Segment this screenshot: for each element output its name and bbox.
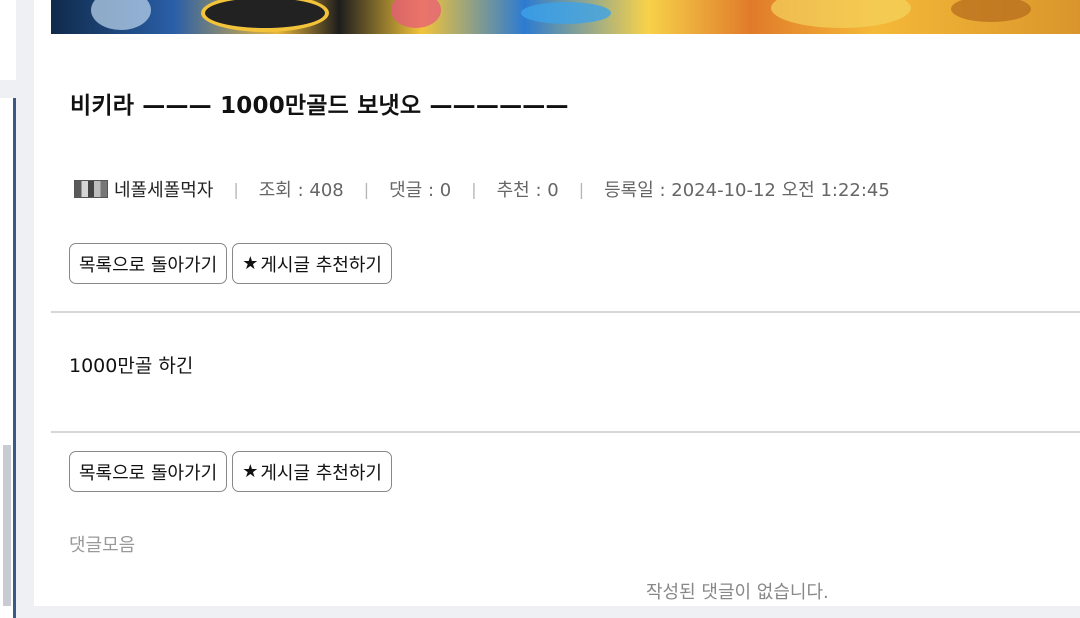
recommend-button[interactable]: ★ 게시글 추천하기 bbox=[232, 243, 392, 284]
hero-banner-image bbox=[51, 0, 1080, 34]
recommend-label: 게시글 추천하기 bbox=[260, 254, 382, 276]
meta-separator: | bbox=[363, 179, 370, 199]
recommend-label: 게시글 추천하기 bbox=[260, 462, 382, 484]
post-content-area: 비키라 ——— 1000만골드 보냇오 —————— 네폴세폴먹자 | 조회 :… bbox=[34, 0, 1080, 606]
meta-separator: | bbox=[578, 179, 585, 199]
post-title: 비키라 ——— 1000만골드 보냇오 —————— bbox=[70, 93, 569, 119]
comments-heading: 댓글모음 bbox=[69, 535, 136, 556]
post-body: 1000만골 하긴 bbox=[69, 355, 194, 377]
back-to-list-label: 목록으로 돌아가기 bbox=[79, 462, 218, 484]
post-actions-top: 목록으로 돌아가기 ★ 게시글 추천하기 bbox=[69, 243, 392, 284]
recommend-count: 추천 : 0 bbox=[496, 180, 559, 201]
meta-separator: | bbox=[471, 179, 477, 199]
recommend-button[interactable]: ★ 게시글 추천하기 bbox=[232, 451, 392, 492]
back-to-list-button[interactable]: 목록으로 돌아가기 bbox=[69, 451, 228, 492]
scrollbar-thumb[interactable] bbox=[3, 445, 11, 606]
back-to-list-label: 목록으로 돌아가기 bbox=[79, 254, 218, 276]
divider bbox=[51, 431, 1080, 433]
post-date: 등록일 : 2024-10-12 오전 1:22:45 bbox=[604, 180, 890, 201]
back-to-list-button[interactable]: 목록으로 돌아가기 bbox=[69, 243, 228, 284]
author-name[interactable]: 네폴세폴먹자 bbox=[114, 176, 213, 202]
author-badge-icon bbox=[74, 180, 108, 198]
meta-separator: | bbox=[233, 179, 239, 199]
left-edge-panel bbox=[0, 0, 16, 80]
star-icon: ★ bbox=[242, 461, 259, 482]
divider bbox=[51, 311, 1080, 313]
comments-empty-message: 작성된 댓글이 없습니다. bbox=[646, 582, 829, 603]
star-icon: ★ bbox=[242, 253, 259, 274]
post-meta: 네폴세폴먹자 | 조회 : 408 | 댓글 : 0 | 추천 : 0 | 등록… bbox=[74, 176, 890, 202]
view-count: 조회 : 408 bbox=[258, 180, 344, 201]
post-actions-bottom: 목록으로 돌아가기 ★ 게시글 추천하기 bbox=[69, 451, 392, 492]
comment-count: 댓글 : 0 bbox=[389, 180, 452, 201]
